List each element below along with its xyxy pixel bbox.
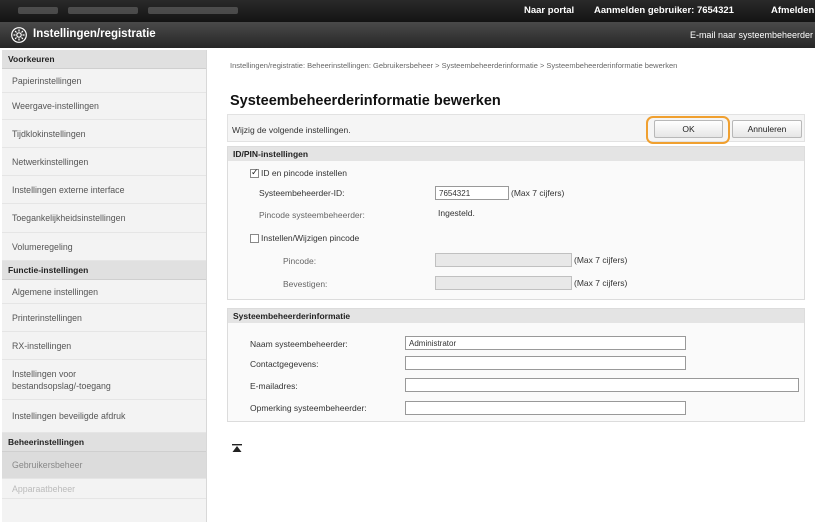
pin-label: Pincode: — [283, 256, 317, 266]
top-bar: Naar portal Aanmelden gebruiker: 7654321… — [0, 0, 815, 22]
cancel-button[interactable]: Annuleren — [732, 120, 802, 138]
email-admin-link[interactable]: E-mail naar systeembeheerder — [690, 30, 813, 40]
admin-name-label: Naam systeembeheerder: — [250, 339, 348, 349]
pin-hint: (Max 7 cijfers) — [574, 255, 628, 265]
confirm-pin-hint: (Max 7 cijfers) — [574, 278, 628, 288]
admin-comment-label: Opmerking systeembeheerder: — [250, 403, 367, 413]
contact-input[interactable] — [405, 356, 686, 370]
sidebar-item-clock[interactable]: Tijdklokinstellingen — [2, 120, 206, 148]
sidebar-item-network[interactable]: Netwerkinstellingen — [2, 148, 206, 176]
admin-info-section: Systeembeheerderinformatie Naam systeemb… — [227, 308, 805, 422]
sidebar-group-preferences: Voorkeuren — [2, 50, 206, 69]
sidebar-item-secure-print[interactable]: Instellingen beveiligde afdruk — [2, 400, 206, 433]
admin-info-section-heading: Systeembeheerderinformatie — [228, 309, 804, 323]
sidebar: Voorkeuren Papierinstellingen Weergave-i… — [2, 50, 207, 522]
contact-label: Contactgegevens: — [250, 359, 319, 369]
settings-gear-icon — [11, 27, 27, 43]
admin-id-hint: (Max 7 cijfers) — [511, 188, 565, 198]
idpin-section-heading: ID/PIN-instellingen — [228, 147, 804, 161]
confirm-pin-label: Bevestigen: — [283, 279, 328, 289]
set-id-pin-label: ID en pincode instellen — [261, 168, 348, 178]
sidebar-group-management: Beheerinstellingen — [2, 433, 206, 452]
sidebar-item-display[interactable]: Weergave-instellingen — [2, 93, 206, 120]
sidebar-item-label: Instellingen voor — [12, 368, 77, 379]
admin-id-label: Systeembeheerder-ID: — [259, 188, 345, 198]
breadcrumb: Instellingen/registratie: Beheerinstelli… — [230, 61, 678, 70]
sidebar-item-rx[interactable]: RX-instellingen — [2, 332, 206, 360]
confirm-pin-input[interactable] — [435, 276, 572, 290]
login-user-label: Aanmelden gebruiker: 7654321 — [594, 5, 734, 16]
admin-pin-status-label: Pincode systeembeheerder: — [259, 210, 365, 220]
email-input[interactable] — [405, 378, 799, 392]
blurred-text — [18, 7, 58, 14]
page-title: Systeembeheerderinformatie bewerken — [230, 93, 501, 109]
admin-pin-status-value: Ingesteld. — [438, 208, 475, 218]
ok-button[interactable]: OK — [654, 120, 723, 138]
sidebar-item-accessibility[interactable]: Toegankelijkheidsinstellingen — [2, 204, 206, 233]
set-id-pin-checkbox[interactable] — [250, 167, 259, 178]
email-label: E-mailadres: — [250, 381, 298, 391]
admin-id-input[interactable]: 7654321 — [435, 186, 509, 200]
logout-link[interactable]: Afmelden — [771, 5, 814, 16]
instruction-text: Wijzig de volgende instellingen. — [232, 125, 351, 135]
sidebar-item-general[interactable]: Algemene instellingen — [2, 280, 206, 304]
back-to-top-icon[interactable] — [231, 443, 243, 453]
sidebar-item-file-storage[interactable]: Instellingen voor bestandsopslag/-toegan… — [2, 360, 206, 400]
sidebar-item-paper[interactable]: Papierinstellingen — [2, 69, 206, 93]
pin-input[interactable] — [435, 253, 572, 267]
sidebar-item-volume[interactable]: Volumeregeling — [2, 233, 206, 261]
admin-name-input[interactable]: Administrator — [405, 336, 686, 350]
change-pin-label: Instellen/Wijzigen pincode — [261, 233, 360, 243]
sidebar-item-printer[interactable]: Printerinstellingen — [2, 304, 206, 332]
sidebar-item-label: bestandsopslag/-toegang — [12, 380, 111, 391]
idpin-section: ID/PIN-instellingen ID en pincode instel… — [227, 146, 805, 300]
blurred-text — [68, 7, 138, 14]
sidebar-group-functions: Functie-instellingen — [2, 261, 206, 280]
sidebar-item-device-management[interactable]: Apparaatbeheer — [2, 479, 206, 499]
change-pin-checkbox[interactable] — [250, 234, 259, 243]
blurred-text — [148, 7, 238, 14]
sidebar-item-user-management[interactable]: Gebruikersbeheer — [2, 452, 206, 479]
action-bar: Wijzig de volgende instellingen. OK Annu… — [227, 114, 805, 144]
title-bar: Instellingen/registratie E-mail naar sys… — [0, 22, 815, 48]
app-title: Instellingen/registratie — [33, 28, 156, 40]
admin-comment-input[interactable] — [405, 401, 686, 415]
portal-link[interactable]: Naar portal — [524, 5, 574, 16]
sidebar-item-external-interface[interactable]: Instellingen externe interface — [2, 176, 206, 204]
